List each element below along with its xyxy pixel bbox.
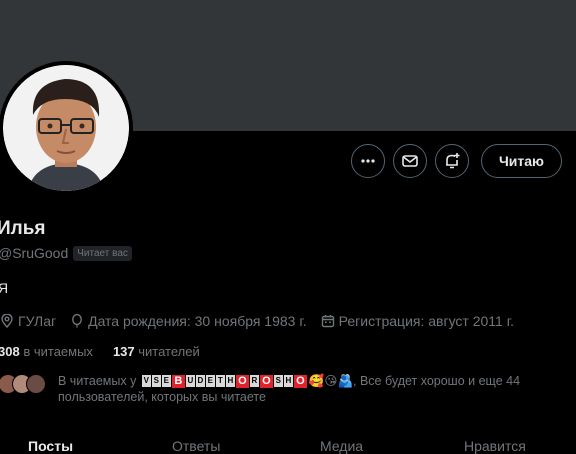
location-pin-icon	[1, 314, 13, 328]
nick-letter: D	[195, 375, 205, 388]
message-button[interactable]	[392, 144, 427, 178]
nick-letter: O	[235, 375, 249, 389]
avatar[interactable]	[0, 61, 133, 195]
tab-media[interactable]: Медиа	[320, 438, 363, 454]
user-handle: @SruGood	[0, 245, 69, 261]
profile-meta: ГУЛаг Дата рождения: 30 ноября 1983 г. Р…	[0, 313, 514, 329]
nick-letter: V	[141, 375, 151, 388]
display-name: Илья	[0, 218, 46, 239]
mutual-avatars	[0, 374, 48, 405]
followed-by[interactable]: В читаемых у V S E B U D E T H O R O S H…	[0, 373, 568, 405]
followers-count: 137	[112, 344, 135, 359]
birthday: Дата рождения: 30 ноября 1983 г.	[70, 313, 307, 329]
nick-letter: U	[185, 375, 195, 388]
follows-you-badge: Читает вас	[73, 245, 132, 261]
handle-row: @SruGood Читает вас	[0, 245, 132, 261]
nick-letter: H	[225, 375, 235, 388]
profile-actions: Читаю	[350, 144, 562, 178]
nick-letter: R	[249, 375, 259, 388]
followed-by-prefix: В читаемых у	[58, 374, 137, 388]
nick-emoji: 🥰😘🫂	[308, 374, 354, 388]
nick-letter: O	[293, 375, 307, 389]
mail-icon	[402, 155, 418, 167]
follow-counts: 308 в читаемых 137 читателей	[0, 344, 200, 359]
join-date: Регистрация: август 2011 г.	[321, 313, 514, 329]
nick-letter: S	[273, 375, 283, 388]
nick-letter: H	[283, 375, 293, 388]
join-date-text: Регистрация: август 2011 г.	[338, 313, 515, 329]
followers-count-link[interactable]: 137 читателей	[113, 344, 200, 359]
nick-letter: B	[171, 375, 185, 389]
tab-replies[interactable]: Ответы	[172, 438, 220, 454]
birthday-text: Дата рождения: 30 ноября 1983 г.	[88, 313, 307, 329]
calendar-icon	[321, 315, 334, 328]
nick-letter: E	[205, 375, 215, 388]
notify-button[interactable]	[434, 144, 469, 178]
tab-likes[interactable]: Нравится	[464, 438, 526, 454]
followed-by-text: В читаемых у V S E B U D E T H O R O S H…	[58, 373, 568, 405]
bell-plus-icon	[445, 153, 460, 169]
nick-letter: O	[259, 375, 273, 389]
mutual-avatar	[26, 374, 46, 394]
more-button[interactable]	[350, 144, 385, 178]
nick-letter: S	[151, 375, 161, 388]
following-button[interactable]: Читаю	[480, 144, 562, 178]
tab-posts[interactable]: Посты	[28, 438, 73, 454]
avatar-image	[3, 65, 129, 191]
nick-letter: T	[215, 375, 225, 388]
followers-label: читателей	[138, 344, 200, 359]
nick-letter: E	[161, 375, 171, 388]
more-icon	[361, 159, 375, 163]
location-text: ГУЛаг	[18, 313, 57, 329]
bio: Я	[0, 280, 9, 296]
following-label: в читаемых	[23, 344, 93, 359]
following-count: 308	[0, 344, 20, 359]
balloon-icon	[72, 314, 82, 328]
following-count-link[interactable]: 308 в читаемых	[0, 344, 93, 359]
mutual-nickname: V S E B U D E T H O R O S H O	[141, 375, 307, 389]
location: ГУЛаг	[0, 313, 56, 329]
